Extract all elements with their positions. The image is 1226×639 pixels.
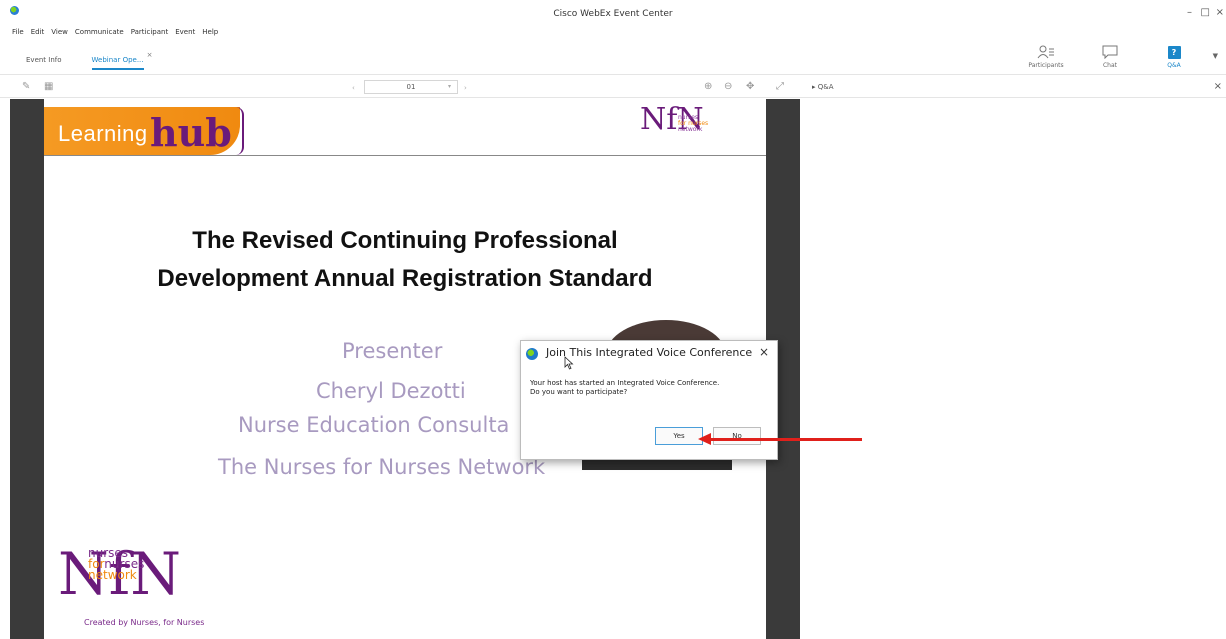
menu-communicate[interactable]: Communicate xyxy=(75,28,124,40)
annotation-arrow-icon xyxy=(698,433,711,445)
title-bar: Cisco WebEx Event Center – □ × xyxy=(0,0,1226,26)
chat-button[interactable]: Chat xyxy=(1088,42,1132,69)
voice-conference-dialog: Join This Integrated Voice Conference × … xyxy=(520,340,778,460)
dialog-message-line-2: Do you want to participate? xyxy=(530,388,628,396)
participants-icon xyxy=(1024,42,1068,62)
qa-panel-title: Q&A xyxy=(817,83,834,91)
menu-edit[interactable]: Edit xyxy=(31,28,45,40)
next-page-icon[interactable]: › xyxy=(464,84,467,92)
annotation-arrow-line xyxy=(710,438,862,441)
maximize-button[interactable]: □ xyxy=(1201,8,1210,18)
qa-button[interactable]: ? Q&A xyxy=(1152,42,1196,69)
page-dropdown-icon[interactable]: ▾ xyxy=(448,81,451,93)
dialog-title: Join This Integrated Voice Conference xyxy=(546,346,753,359)
menu-participant[interactable]: Participant xyxy=(131,28,168,40)
prev-page-icon[interactable]: ‹ xyxy=(352,84,355,92)
slide-title-line-1: The Revised Continuing Professional xyxy=(192,227,618,254)
banner-hub-text: hub xyxy=(150,110,232,155)
qa-panel-toggle[interactable]: ▸ Q&A xyxy=(812,83,834,91)
participants-label: Participants xyxy=(1028,62,1064,69)
dialog-message-line-1: Your host has started an Integrated Voic… xyxy=(530,379,720,387)
zoom-out-icon[interactable]: ⊖ xyxy=(724,81,732,92)
tab-bar: Event Info Webinar Ope... × xyxy=(26,51,153,70)
fullscreen-icon[interactable]: ⤢ xyxy=(776,81,784,92)
menu-file[interactable]: File xyxy=(12,28,24,40)
qa-icon: ? xyxy=(1167,45,1181,59)
tab-label: Event Info xyxy=(26,56,62,64)
qa-label: Q&A xyxy=(1167,62,1181,69)
logo-line-3: network xyxy=(678,126,703,133)
learning-hub-banner: Learning hub xyxy=(44,107,244,155)
tab-label: Webinar Ope... xyxy=(91,56,144,64)
menu-view[interactable]: View xyxy=(51,28,68,40)
panel-buttons: Participants Chat ? Q&A xyxy=(1024,42,1196,69)
page-number-field[interactable]: 01 ▾ xyxy=(364,80,458,94)
banner-learning-text: Learning xyxy=(58,121,148,146)
viewer-toolbar: ✎ ▦ ‹ 01 ▾ › ⊕ ⊖ ✥ ⤢ xyxy=(0,74,800,98)
webex-dialog-icon xyxy=(526,348,538,360)
nfn-tagline: Created by Nurses, for Nurses xyxy=(84,618,205,627)
zoom-in-icon[interactable]: ⊕ xyxy=(704,81,712,92)
close-window-button[interactable]: × xyxy=(1216,8,1224,18)
nfn-bottom-text: nurses fornurses network xyxy=(88,547,144,582)
mouse-cursor-icon xyxy=(564,356,574,370)
window-title: Cisco WebEx Event Center xyxy=(553,9,673,19)
slide-title-line-2: Development Annual Registration Standard xyxy=(157,265,653,292)
menu-help[interactable]: Help xyxy=(202,28,218,40)
dialog-close-icon[interactable]: × xyxy=(759,345,769,359)
menu-bar: File Edit View Communicate Participant E… xyxy=(12,28,218,40)
no-button[interactable]: No xyxy=(713,427,761,445)
tab-event-info[interactable]: Event Info xyxy=(26,56,62,70)
pen-icon[interactable]: ✎ xyxy=(22,81,30,92)
tab-close-icon[interactable]: × xyxy=(147,51,153,59)
thumbnails-icon[interactable]: ▦ xyxy=(44,81,53,92)
chat-icon xyxy=(1088,42,1132,62)
yes-button[interactable]: Yes xyxy=(655,427,703,445)
qa-panel-close-icon[interactable]: × xyxy=(1214,81,1222,92)
slide-divider xyxy=(44,155,766,156)
chat-label: Chat xyxy=(1102,62,1118,69)
tab-webinar[interactable]: Webinar Ope... × xyxy=(91,51,153,70)
pan-icon[interactable]: ✥ xyxy=(746,81,754,92)
qa-panel-header: ▸ Q&A × xyxy=(800,74,1226,98)
bottom-logo-line-3: network xyxy=(88,568,137,582)
nfn-logo-text: nurses for nurses network xyxy=(678,115,708,133)
participants-button[interactable]: Participants xyxy=(1024,42,1068,69)
minimize-button[interactable]: – xyxy=(1187,8,1192,18)
page-number-value: 01 xyxy=(406,83,416,91)
dialog-message: Your host has started an Integrated Voic… xyxy=(530,379,770,397)
panel-dropdown-icon[interactable]: ▼ xyxy=(1213,52,1218,60)
menu-event[interactable]: Event xyxy=(175,28,195,40)
